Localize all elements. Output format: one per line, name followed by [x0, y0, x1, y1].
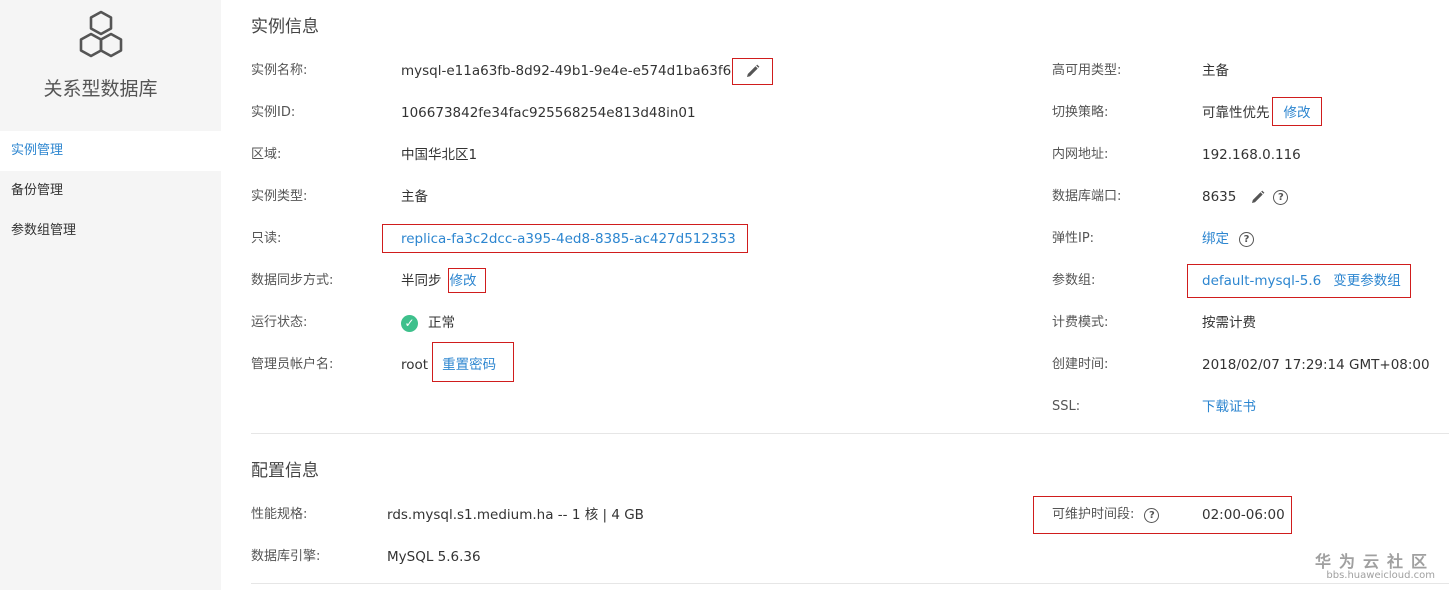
watermark-title: 华为云社区 — [1314, 552, 1435, 571]
help-question-icon[interactable]: ? — [1239, 231, 1254, 247]
highlight-box — [732, 58, 773, 85]
instance-info-title: 实例信息 — [251, 17, 319, 37]
eip-value-wrap: 绑定 ? — [1202, 229, 1254, 249]
ssl-label: SSL: — [1052, 399, 1081, 414]
main-content: 实例信息 实例名称: mysql-e11a63fb-8d92-49b1-9e4e… — [221, 0, 1449, 590]
pencil-edit-icon[interactable] — [1250, 190, 1265, 205]
highlight-box — [448, 268, 486, 293]
app-title: 关系型数据库 — [43, 78, 158, 100]
switch-strategy-label: 切换策略: — [1052, 105, 1109, 120]
sidebar-item-parameter-group-management[interactable]: 参数组管理 — [0, 211, 221, 251]
db-port-value-wrap: 8635 ? — [1202, 187, 1289, 207]
sidebar-item-instance-management[interactable]: 实例管理 — [0, 131, 221, 171]
instance-id-value: 106673842fe34fac925568254e813d48in01 — [401, 105, 696, 121]
row-region: 区域: 中国华北区1 内网地址: 192.168.0.116 — [221, 145, 1449, 165]
billing-mode-label: 计费模式: — [1052, 315, 1109, 330]
run-status-value: 正常 — [428, 315, 455, 331]
readonly-label: 只读: — [251, 231, 282, 246]
instance-type-label: 实例类型: — [251, 189, 308, 204]
row-run-status: 运行状态: ✓ 正常 计费模式: 按需计费 — [221, 313, 1449, 333]
billing-mode-value: 按需计费 — [1202, 315, 1256, 331]
watermark-url: bbs.huaweicloud.com — [1326, 570, 1435, 581]
instance-name-label: 实例名称: — [251, 63, 308, 78]
instance-id-label: 实例ID: — [251, 105, 296, 120]
honeycomb-logo-icon — [79, 10, 123, 58]
highlight-box — [1272, 97, 1322, 126]
instance-name-value-wrap: mysql-e11a63fb-8d92-49b1-9e4e-e574d1ba63… — [401, 61, 760, 81]
intranet-address-label: 内网地址: — [1052, 147, 1109, 162]
sidebar-item-backup-management[interactable]: 备份管理 — [0, 171, 221, 211]
db-engine-label: 数据库引擎: — [251, 549, 321, 564]
admin-account-value: root — [401, 357, 429, 373]
sync-mode-label: 数据同步方式: — [251, 273, 334, 288]
ha-type-label: 高可用类型: — [1052, 63, 1122, 78]
admin-account-label: 管理员帐户名: — [251, 357, 334, 372]
switch-strategy-value: 可靠性优先 — [1202, 105, 1270, 121]
row-db-engine: 数据库引擎: MySQL 5.6.36 — [221, 547, 1449, 567]
highlight-box — [1187, 264, 1411, 298]
sidebar: 关系型数据库 实例管理 备份管理 参数组管理 — [0, 0, 221, 590]
help-question-icon[interactable]: ? — [1273, 189, 1289, 205]
bind-eip-link[interactable]: 绑定 — [1202, 229, 1229, 249]
sidebar-nav: 实例管理 备份管理 参数组管理 — [0, 131, 221, 251]
sync-mode-value: 半同步 — [401, 273, 442, 289]
section-divider-bottom — [251, 583, 1449, 584]
param-group-label: 参数组: — [1052, 273, 1096, 288]
spec-label: 性能规格: — [251, 507, 308, 522]
row-ssl: SSL: 下载证书 — [221, 397, 1449, 417]
highlight-box — [432, 342, 514, 382]
created-time-value: 2018/02/07 17:29:14 GMT+08:00 — [1202, 357, 1430, 373]
db-engine-value: MySQL 5.6.36 — [387, 549, 481, 565]
row-instance-type: 实例类型: 主备 数据库端口: 8635 ? — [221, 187, 1449, 207]
download-certificate-link[interactable]: 下载证书 — [1202, 397, 1256, 417]
ha-type-value: 主备 — [1202, 63, 1229, 79]
row-instance-id: 实例ID: 106673842fe34fac925568254e813d48in… — [221, 103, 1449, 123]
instance-name-value: mysql-e11a63fb-8d92-49b1-9e4e-e574d1ba63… — [401, 63, 732, 79]
region-label: 区域: — [251, 147, 282, 162]
highlight-box — [382, 224, 748, 253]
created-time-label: 创建时间: — [1052, 357, 1109, 372]
db-port-label: 数据库端口: — [1052, 189, 1122, 204]
run-status-label: 运行状态: — [251, 315, 308, 330]
db-port-value: 8635 — [1202, 189, 1237, 205]
highlight-box — [1033, 496, 1292, 534]
config-info-title: 配置信息 — [251, 461, 319, 481]
run-status-value-wrap: ✓ 正常 — [401, 313, 455, 333]
row-admin-account: 管理员帐户名: root 重置密码 创建时间: 2018/02/07 17:29… — [221, 355, 1449, 375]
intranet-address-value: 192.168.0.116 — [1202, 147, 1301, 163]
instance-type-value: 主备 — [401, 189, 428, 205]
watermark: 华为云社区 bbs.huaweicloud.com — [1315, 548, 1435, 581]
spec-value: rds.mysql.s1.medium.ha -- 1 核 | 4 GB — [387, 507, 644, 523]
section-divider — [251, 433, 1449, 434]
region-value: 中国华北区1 — [401, 147, 478, 163]
eip-label: 弹性IP: — [1052, 231, 1095, 246]
row-instance-name: 实例名称: mysql-e11a63fb-8d92-49b1-9e4e-e574… — [221, 61, 1449, 81]
check-circle-icon: ✓ — [401, 314, 418, 332]
